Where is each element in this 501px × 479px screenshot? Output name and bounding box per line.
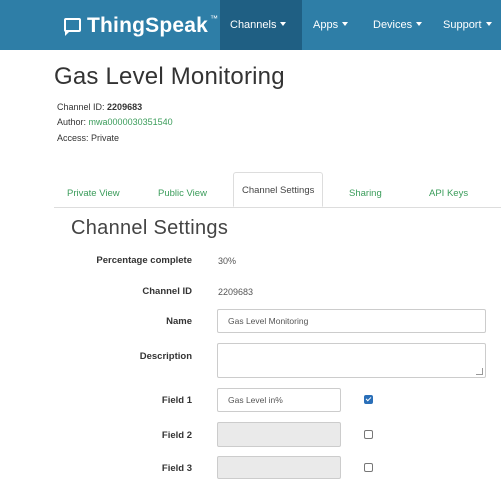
nav-support-label: Support <box>443 19 482 31</box>
chat-bubble-icon <box>64 18 81 36</box>
author-label: Author: <box>57 117 87 127</box>
field2-checkbox[interactable] <box>364 430 373 439</box>
field3-label: Field 3 <box>161 463 192 474</box>
field1-input[interactable]: Gas Level in% <box>217 388 341 412</box>
access-value: Private <box>91 133 120 143</box>
chevron-down-icon <box>416 22 423 26</box>
tab-channel-settings[interactable]: Channel Settings <box>233 172 324 207</box>
percentage-value: 30% <box>218 256 237 266</box>
channel-id-value: 2209683 <box>107 102 143 112</box>
field1-checkbox[interactable] <box>364 395 373 404</box>
tab-api-keys[interactable]: API Keys <box>429 180 468 207</box>
field2-label: Field 2 <box>161 430 192 441</box>
percentage-label: Percentage complete <box>96 255 192 266</box>
author-link[interactable]: mwa0000030351540 <box>89 117 173 127</box>
resize-handle-icon[interactable] <box>476 368 483 375</box>
access-label: Access: <box>57 133 89 143</box>
nav-devices-label: Devices <box>373 19 413 31</box>
access-line: Access: Private <box>57 133 119 143</box>
chevron-down-icon <box>342 22 349 26</box>
tab-private-view[interactable]: Private View <box>67 180 120 207</box>
channel-id-field-label: Channel ID <box>142 286 192 297</box>
nav-apps-label: Apps <box>313 19 339 31</box>
trademark-symbol: ™ <box>210 13 219 23</box>
chevron-down-icon <box>280 22 287 26</box>
name-label: Name <box>166 316 192 327</box>
channel-id-label: Channel ID: <box>57 102 105 112</box>
tab-sharing[interactable]: Sharing <box>349 180 382 207</box>
page-title: Gas Level Monitoring <box>54 63 285 90</box>
field2-input[interactable] <box>217 422 341 447</box>
field3-checkbox[interactable] <box>364 463 373 472</box>
field1-label: Field 1 <box>161 395 192 406</box>
nav-support[interactable]: Support <box>443 0 492 50</box>
top-navbar: ThingSpeak ™ Channels Apps Devices Suppo… <box>0 0 501 50</box>
description-textarea[interactable] <box>217 343 486 378</box>
nav-devices[interactable]: Devices <box>373 0 423 50</box>
nav-apps[interactable]: Apps <box>313 0 349 50</box>
channel-id-field-value: 2209683 <box>218 287 254 297</box>
chevron-down-icon <box>485 22 492 26</box>
field3-input[interactable] <box>217 456 341 479</box>
description-label: Description <box>139 351 192 362</box>
channel-id-line: Channel ID: 2209683 <box>57 102 142 112</box>
nav-channels[interactable]: Channels <box>220 0 302 50</box>
tab-public-view[interactable]: Public View <box>158 180 207 207</box>
name-input[interactable]: Gas Level Monitoring <box>217 309 486 333</box>
section-title: Channel Settings <box>71 217 229 239</box>
author-line: Author: mwa0000030351540 <box>57 117 173 127</box>
brand-name: ThingSpeak <box>87 14 209 37</box>
brand-logo[interactable]: ThingSpeak ™ <box>64 14 218 38</box>
nav-channels-label: Channels <box>230 19 277 31</box>
